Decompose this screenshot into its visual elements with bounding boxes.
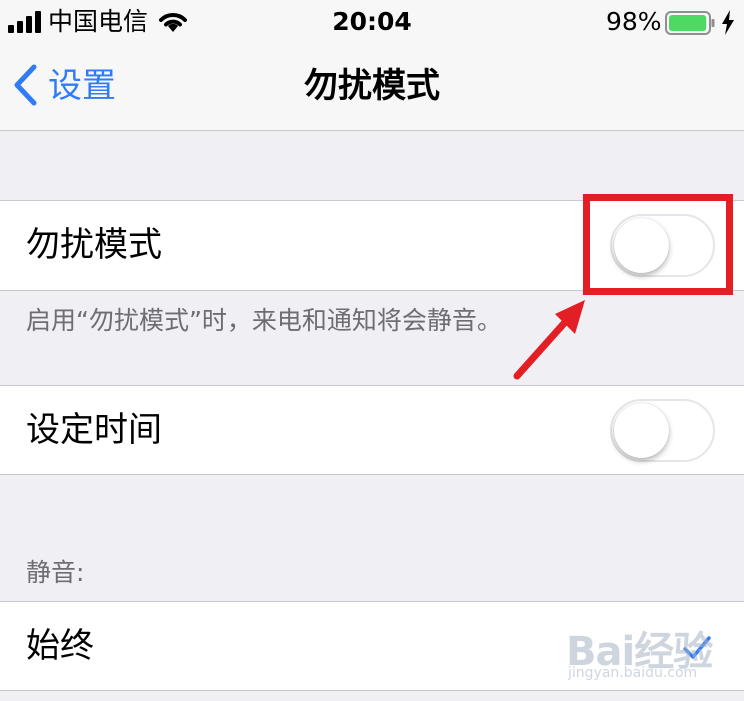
battery-icon [665,11,715,35]
toggle-knob [614,403,669,458]
silence-section-header: 静音: [26,558,85,587]
silence-option-label: 始终 [26,626,94,666]
scheduled-label: 设定时间 [26,410,162,450]
watermark: Bai经验 jingyan.baidu.com [560,615,740,685]
settings-row-scheduled: 设定时间 [0,385,744,475]
battery-percent: 98% [606,7,662,36]
annotation-highlight-box [583,194,733,295]
navigation-bar: 设置 勿扰模式 [0,44,744,131]
dnd-label: 勿扰模式 [26,225,162,265]
status-bar: 中国电信 20:04 98% [0,0,744,44]
dnd-description: 启用“勿扰模式”时，来电和通知将会静音。 [26,306,502,335]
charging-icon [722,10,734,35]
annotation-arrow-icon [513,300,585,380]
scheduled-toggle[interactable] [610,399,715,462]
watermark-url: jingyan.baidu.com [568,665,698,681]
page-title: 勿扰模式 [304,66,440,106]
